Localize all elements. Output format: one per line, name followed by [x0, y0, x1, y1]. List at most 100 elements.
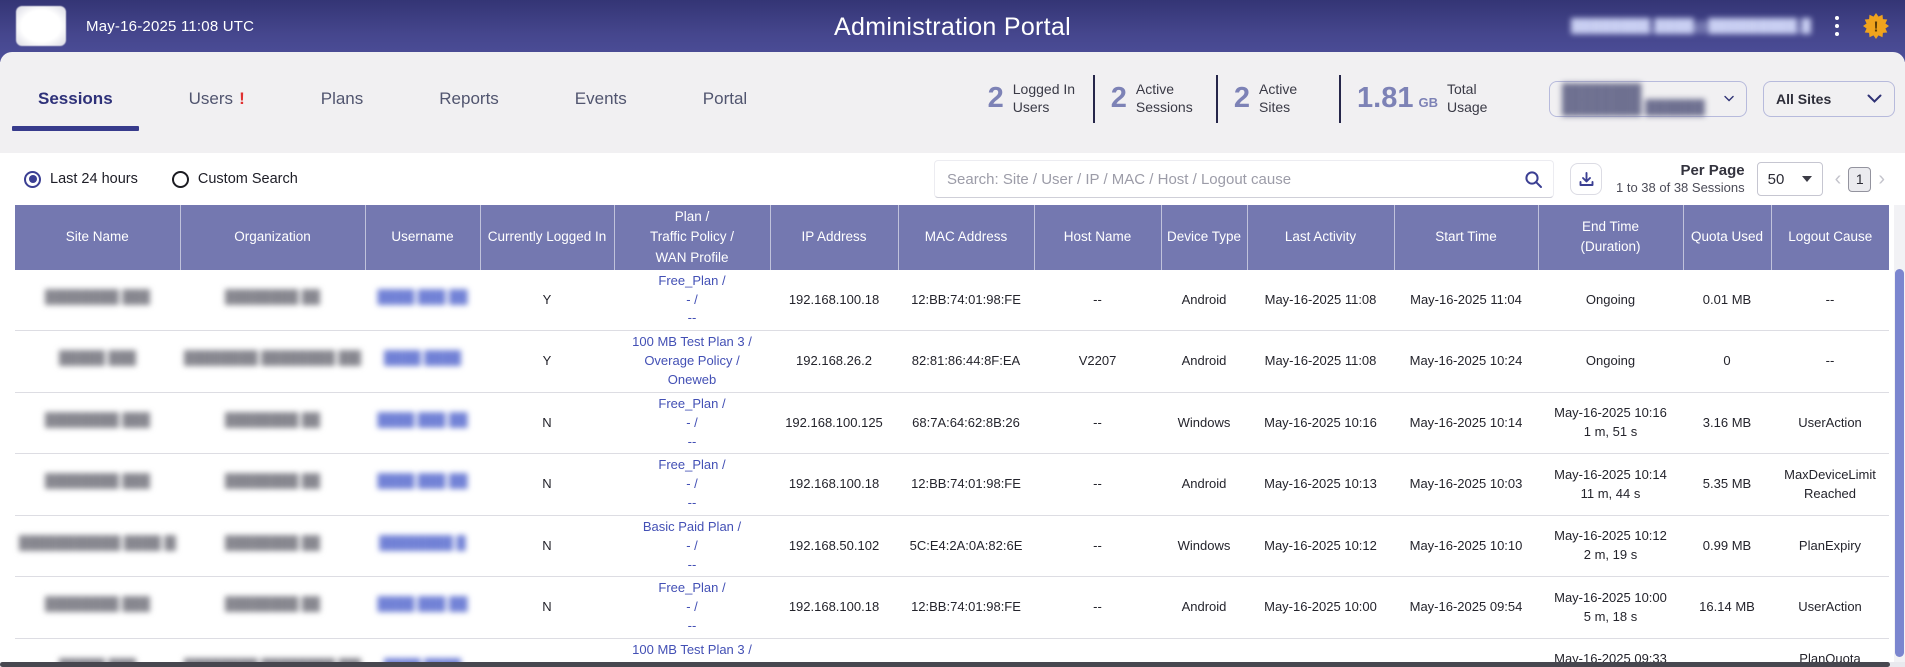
cell-logout-cause: --	[1771, 270, 1889, 331]
current-page-button[interactable]: 1	[1848, 167, 1871, 192]
cell-organization: ████████ ██	[180, 515, 365, 577]
scope-selectors: ████████ ████████ ██████ All Sites	[1549, 81, 1895, 117]
cell-host-name: --	[1034, 392, 1161, 454]
download-button[interactable]	[1570, 163, 1602, 195]
summary-stats: 2 Logged In Users 2 Active Sessions 2 Ac…	[972, 75, 1527, 123]
next-page-button[interactable]: ›	[1876, 169, 1887, 189]
cell-organization: ████████ ██	[180, 454, 365, 516]
horizontal-scrollbar-thumb[interactable]	[0, 662, 1890, 667]
horizontal-scrollbar[interactable]	[0, 662, 1905, 667]
cell-quota-used: 5.35 MB	[1683, 454, 1771, 516]
users-alert-icon: !	[239, 89, 245, 109]
cell-last-activity: May-16-2025 10:00	[1247, 577, 1394, 639]
table-row[interactable]: ████████ ███ ████████ ██ ████ ███ ██ Y F…	[15, 270, 1889, 331]
tab-reports[interactable]: Reports	[401, 52, 537, 145]
utc-timestamp: May-16-2025 11:08 UTC	[86, 18, 254, 35]
cell-ip-address: 192.168.100.18	[770, 270, 898, 331]
cell-host-name: --	[1034, 515, 1161, 577]
column-header: Host Name	[1034, 205, 1161, 270]
cell-site-name: ████████ ███	[15, 270, 180, 331]
cell-plan-link[interactable]: Free_Plan /- /--	[614, 454, 770, 516]
cell-site-name: ████████ ███	[15, 577, 180, 639]
organization-select[interactable]: ████████ ████████ ██████	[1549, 81, 1747, 117]
column-header: Quota Used	[1683, 205, 1771, 270]
cell-end-time: May-16-2025 10:161 m, 51 s	[1538, 392, 1683, 454]
stat-active-sessions: 2 Active Sessions	[1093, 75, 1216, 123]
cell-logout-cause: --	[1771, 331, 1889, 393]
search-input[interactable]	[947, 171, 1524, 188]
column-header: Organization	[180, 205, 365, 270]
cell-quota-used: 0	[1683, 331, 1771, 393]
sessions-table-wrap: Site NameOrganizationUsernameCurrently L…	[15, 205, 1889, 667]
cell-device-type: Android	[1161, 577, 1247, 639]
column-header: Start Time	[1394, 205, 1538, 270]
cell-plan-link[interactable]: Free_Plan /- /--	[614, 270, 770, 331]
vertical-scrollbar-thumb[interactable]	[1895, 269, 1904, 657]
cell-end-time: May-16-2025 10:005 m, 18 s	[1538, 577, 1683, 639]
cell-username-link[interactable]: ████ ███ ██	[365, 270, 480, 331]
table-body: ████████ ███ ████████ ██ ████ ███ ██ Y F…	[15, 270, 1889, 667]
all-sites-select[interactable]: All Sites	[1763, 81, 1895, 117]
radio-selected-icon	[24, 171, 41, 188]
user-email-link[interactable]: ████████.████@█████████.███	[1571, 18, 1811, 34]
radio-custom-search[interactable]: Custom Search	[172, 171, 298, 188]
tab-events[interactable]: Events	[537, 52, 665, 145]
table-row[interactable]: ████████ ███ ████████ ██ ████ ███ ██ N F…	[15, 577, 1889, 639]
column-header: Last Activity	[1247, 205, 1394, 270]
prev-page-button[interactable]: ‹	[1833, 169, 1844, 189]
cell-username-link[interactable]: ████ ████	[365, 331, 480, 393]
radio-last-24-hours[interactable]: Last 24 hours	[24, 171, 138, 188]
kebab-menu-icon[interactable]	[1829, 12, 1845, 40]
cell-logout-cause: UserAction	[1771, 392, 1889, 454]
cell-plan-link[interactable]: Basic Paid Plan /- /--	[614, 515, 770, 577]
page-size-select[interactable]: 50	[1757, 162, 1823, 196]
tab-sessions[interactable]: Sessions	[0, 52, 151, 145]
cell-username-link[interactable]: ████████ █	[365, 515, 480, 577]
search-icon[interactable]	[1524, 170, 1543, 189]
cell-plan-link[interactable]: Free_Plan /- /--	[614, 577, 770, 639]
cell-username-link[interactable]: ████ ███ ██	[365, 454, 480, 516]
cell-host-name: --	[1034, 577, 1161, 639]
table-row[interactable]: ████████ ███ ████████ ██ ████ ███ ██ N F…	[15, 454, 1889, 516]
cell-username-link[interactable]: ████ ███ ██	[365, 392, 480, 454]
cell-plan-link[interactable]: Free_Plan /- /--	[614, 392, 770, 454]
cell-mac-address: 5C:E4:2A:0A:82:6E	[898, 515, 1034, 577]
cell-site-name: ████████ ███	[15, 454, 180, 516]
cell-host-name: --	[1034, 270, 1161, 331]
cell-device-type: Windows	[1161, 392, 1247, 454]
cell-ip-address: 192.168.100.18	[770, 577, 898, 639]
cell-plan-link[interactable]: 100 MB Test Plan 3 /Overage Policy /Onew…	[614, 331, 770, 393]
cell-username-link[interactable]: ████ ███ ██	[365, 577, 480, 639]
chevron-down-icon	[1724, 94, 1734, 103]
cell-organization: ████████ ██	[180, 392, 365, 454]
column-header: IP Address	[770, 205, 898, 270]
stat-logged-in-users: 2 Logged In Users	[972, 75, 1093, 123]
cell-end-time: Ongoing	[1538, 270, 1683, 331]
cell-site-name: ███████████ ████ ███	[15, 515, 180, 577]
tab-plans[interactable]: Plans	[283, 52, 402, 145]
cell-end-time: Ongoing	[1538, 331, 1683, 393]
column-header: Device Type	[1161, 205, 1247, 270]
cell-logout-cause: MaxDeviceLimit Reached	[1771, 454, 1889, 516]
cell-device-type: Android	[1161, 454, 1247, 516]
cell-currently-logged-in: N	[480, 392, 614, 454]
tab-users[interactable]: Users!	[151, 52, 283, 145]
cell-logout-cause: UserAction	[1771, 577, 1889, 639]
alert-badge-icon[interactable]: !	[1863, 13, 1889, 39]
cell-start-time: May-16-2025 11:04	[1394, 270, 1538, 331]
table-row[interactable]: ████████ ███ ████████ ██ ████ ███ ██ N F…	[15, 392, 1889, 454]
cell-start-time: May-16-2025 10:24	[1394, 331, 1538, 393]
cell-currently-logged-in: N	[480, 577, 614, 639]
vertical-scrollbar[interactable]	[1894, 205, 1905, 663]
radio-unselected-icon	[172, 171, 189, 188]
cell-currently-logged-in: N	[480, 515, 614, 577]
tab-portal[interactable]: Portal	[665, 52, 785, 145]
column-header: Logout Cause	[1771, 205, 1889, 270]
column-header: End Time(Duration)	[1538, 205, 1683, 270]
table-row[interactable]: █████ ███ ████████ ████████ ███ ████ ███…	[15, 331, 1889, 393]
cell-organization: ████████ ██	[180, 577, 365, 639]
session-search	[934, 160, 1554, 198]
cell-last-activity: May-16-2025 11:08	[1247, 270, 1394, 331]
per-page-label: Per Page	[1616, 162, 1745, 181]
table-row[interactable]: ███████████ ████ ███ ████████ ██ ███████…	[15, 515, 1889, 577]
